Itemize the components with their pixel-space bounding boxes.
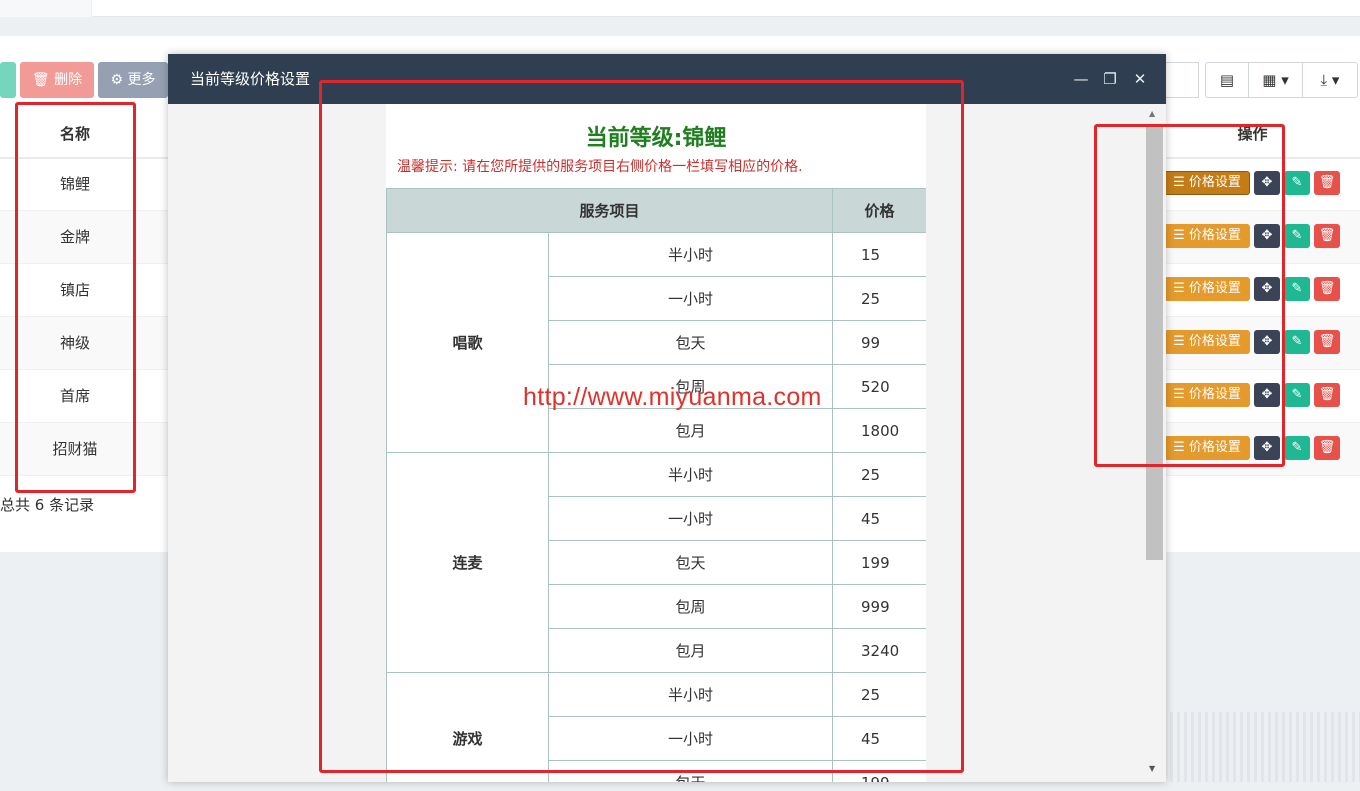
top-bar: [0, 0, 1360, 17]
scroll-down-icon[interactable]: ▼: [1149, 764, 1155, 773]
edit-icon[interactable]: ✎: [1284, 436, 1310, 460]
table-view-icon[interactable]: ▤: [1205, 62, 1249, 98]
trash-icon[interactable]: 🗑: [1314, 171, 1340, 195]
trash-icon[interactable]: 🗑: [1314, 330, 1340, 354]
minimize-icon[interactable]: —: [1071, 54, 1091, 104]
total-records: 总共 6 条记录: [0, 496, 95, 514]
maximize-icon[interactable]: ❐: [1100, 54, 1120, 104]
edit-icon[interactable]: ✎: [1284, 383, 1310, 407]
top-bar-tab[interactable]: [0, 0, 92, 17]
delete-button[interactable]: 🗑 删除: [20, 62, 94, 98]
columns-dropdown-icon[interactable]: ▦ ▾: [1248, 62, 1303, 98]
edit-icon[interactable]: ✎: [1284, 171, 1310, 195]
trash-icon[interactable]: 🗑: [1314, 436, 1340, 460]
edit-icon[interactable]: ✎: [1284, 277, 1310, 301]
annotation-box-operations: [1094, 124, 1285, 467]
edit-icon[interactable]: ✎: [1284, 224, 1310, 248]
annotation-box-names: [15, 102, 136, 493]
trash-icon[interactable]: 🗑: [1314, 277, 1340, 301]
scroll-up-icon[interactable]: ▲: [1149, 109, 1155, 118]
trash-icon[interactable]: 🗑: [1314, 224, 1340, 248]
edit-icon[interactable]: ✎: [1284, 330, 1310, 354]
add-button[interactable]: [0, 62, 16, 98]
more-button[interactable]: ⚙ 更多: [98, 62, 168, 98]
background-decoration: [1170, 712, 1360, 782]
export-dropdown-icon[interactable]: ⤓ ▾: [1302, 62, 1358, 98]
annotation-box-price-table: [319, 80, 964, 773]
modal-title: 当前等级价格设置: [190, 70, 311, 88]
trash-icon[interactable]: 🗑: [1314, 383, 1340, 407]
close-icon[interactable]: ✕: [1130, 54, 1150, 104]
search-input[interactable]: [1163, 62, 1199, 98]
